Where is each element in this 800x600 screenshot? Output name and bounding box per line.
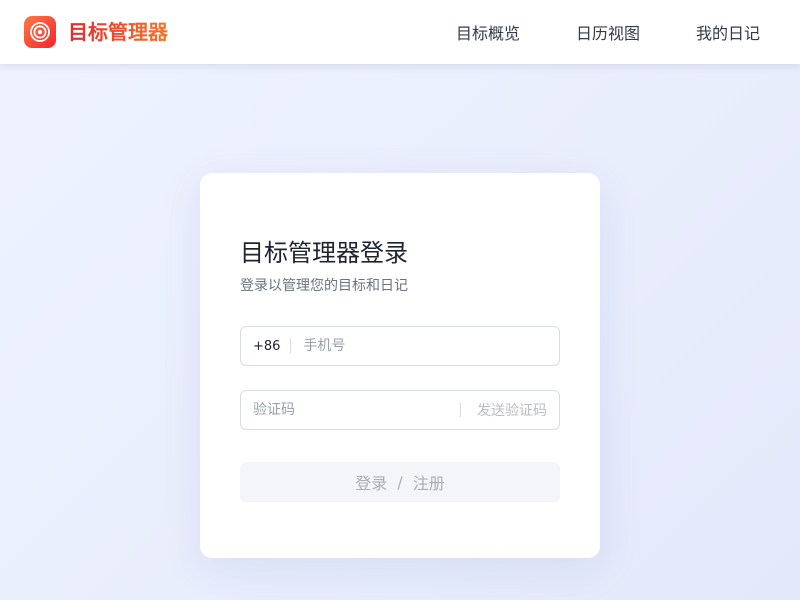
login-register-button[interactable]: 登录 / 注册 — [240, 462, 560, 502]
submit-separator: / — [397, 472, 403, 492]
nav-item-my-diary[interactable]: 我的日记 — [696, 20, 760, 44]
main-nav: 目标概览 日历视图 我的日记 — [456, 0, 760, 64]
app-brand-name[interactable]: 目标管理器 — [68, 18, 168, 46]
prefix-divider — [290, 339, 292, 353]
login-card: 目标管理器登录 登录以管理您的目标和日记 +86 发送验证码 登录 / 注册 — [200, 173, 600, 558]
login-title: 目标管理器登录 — [240, 239, 408, 267]
verification-code-input[interactable] — [241, 391, 460, 429]
phone-input[interactable] — [303, 327, 559, 365]
country-code-prefix[interactable]: +86 — [241, 339, 280, 354]
nav-item-goal-overview[interactable]: 目标概览 — [456, 20, 520, 44]
nav-item-calendar-view[interactable]: 日历视图 — [576, 20, 640, 44]
target-icon — [30, 22, 50, 42]
login-label: 登录 — [355, 474, 388, 493]
top-header: 目标管理器 目标概览 日历视图 我的日记 — [0, 0, 800, 64]
send-code-button[interactable]: 发送验证码 — [461, 400, 559, 420]
phone-field: +86 — [240, 326, 560, 366]
verification-code-field: 发送验证码 — [240, 390, 560, 430]
login-subtitle: 登录以管理您的目标和日记 — [240, 278, 408, 294]
register-label: 注册 — [412, 474, 445, 493]
app-logo[interactable] — [24, 16, 56, 48]
